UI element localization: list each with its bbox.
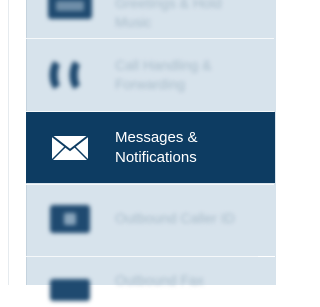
fax-icon: [46, 271, 94, 307]
sidebar-item-label: Greetings & Hold Music: [115, 0, 222, 30]
sidebar-item-hold-music[interactable]: Greetings & Hold Music: [26, 0, 275, 38]
sidebar-item-messages-notifications[interactable]: Messages & Notifications: [26, 112, 275, 183]
sidebar-item-label: Outbound Caller ID: [115, 210, 235, 226]
caller-id-icon: [46, 201, 94, 237]
sidebar-item-label: Outbound Fax: [115, 272, 204, 288]
sidebar-item-label: Call Handling & Forwarding: [115, 57, 212, 92]
envelope-icon: [46, 130, 94, 166]
sidebar-item-fax[interactable]: Outbound Fax: [26, 257, 275, 301]
page-edge-line: [8, 0, 9, 285]
sidebar-item-label: Messages & Notifications: [115, 129, 198, 166]
sidebar-item-caller-id[interactable]: Outbound Caller ID: [26, 185, 275, 255]
sidebar-item-call-handling[interactable]: Call Handling & Forwarding: [26, 39, 275, 110]
call-forwarding-icon: [46, 57, 94, 93]
page: Greetings & Hold Music Call Handling & F…: [0, 0, 283, 301]
hold-music-icon: [46, 0, 94, 24]
